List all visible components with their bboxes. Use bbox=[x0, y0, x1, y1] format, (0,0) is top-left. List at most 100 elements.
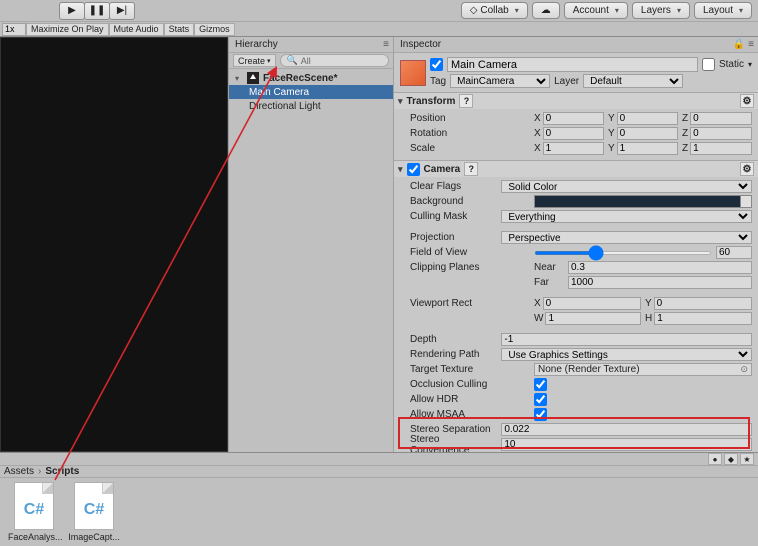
breadcrumb-current[interactable]: Scripts bbox=[45, 466, 79, 477]
stereo-conv-input[interactable] bbox=[501, 438, 752, 451]
hierarchy-scene-item[interactable]: ▾ FaceRecScene* bbox=[229, 71, 393, 85]
near-label: Near bbox=[534, 262, 564, 273]
layers-button[interactable]: Layers bbox=[632, 2, 690, 19]
hierarchy-tab[interactable]: Hierarchy ≡ bbox=[229, 37, 393, 53]
step-button[interactable]: ▶| bbox=[109, 2, 135, 20]
viewport-y-input[interactable] bbox=[654, 297, 752, 310]
assets-grid[interactable]: C# FaceAnalys... C# ImageCapt... bbox=[0, 478, 758, 546]
viewport-h-input[interactable] bbox=[654, 312, 752, 325]
inspector-tab[interactable]: Inspector 🔒 ≡ bbox=[394, 37, 758, 53]
gizmos-toggle[interactable]: Gizmos bbox=[194, 23, 235, 36]
occlusion-toggle[interactable] bbox=[534, 378, 547, 391]
target-texture-field[interactable]: None (Render Texture) ⊙ bbox=[534, 363, 752, 376]
scale-input[interactable] bbox=[2, 23, 26, 36]
chevron-down-icon[interactable]: ▾ bbox=[748, 60, 752, 69]
rendering-path-dropdown[interactable]: Use Graphics Settings bbox=[501, 348, 752, 361]
near-input[interactable] bbox=[568, 261, 752, 274]
mute-audio-toggle[interactable]: Mute Audio bbox=[109, 23, 164, 36]
background-color-field[interactable] bbox=[534, 195, 752, 208]
position-z-input[interactable] bbox=[690, 112, 752, 125]
cloud-button[interactable]: ☁ bbox=[532, 2, 560, 19]
position-x-input[interactable] bbox=[543, 112, 604, 125]
gear-icon[interactable]: ⚙ bbox=[740, 94, 754, 108]
assets-icon-3[interactable]: ★ bbox=[740, 453, 754, 465]
pause-button[interactable]: ❚❚ bbox=[84, 2, 110, 20]
gameobject-active-toggle[interactable] bbox=[430, 58, 443, 71]
clear-flags-label: Clear Flags bbox=[410, 181, 497, 192]
hierarchy-search-placeholder: All bbox=[301, 56, 311, 66]
hierarchy-create-button[interactable]: Create ▾ bbox=[233, 54, 276, 67]
depth-label: Depth bbox=[410, 334, 497, 345]
help-icon[interactable]: ? bbox=[464, 162, 478, 176]
unity-logo-icon bbox=[247, 72, 259, 84]
hierarchy-item-main-camera[interactable]: Main Camera bbox=[229, 85, 393, 99]
scale-x-input[interactable] bbox=[543, 142, 604, 155]
hierarchy-tree: ▾ FaceRecScene* Main Camera Directional … bbox=[229, 69, 393, 115]
gameview-toolbar: Maximize On Play Mute Audio Stats Gizmos bbox=[0, 22, 758, 37]
hierarchy-search-input[interactable]: 🔍 All bbox=[280, 54, 389, 67]
collab-button[interactable]: ◇ Collab bbox=[461, 2, 528, 19]
hierarchy-options-icon[interactable]: ≡ bbox=[379, 39, 393, 50]
assets-icon-2[interactable]: ◆ bbox=[724, 453, 738, 465]
account-label: Account bbox=[573, 5, 609, 16]
inspector-options-icon[interactable]: 🔒 ≡ bbox=[729, 39, 758, 50]
culling-mask-label: Culling Mask bbox=[410, 211, 497, 222]
rotation-y-input[interactable] bbox=[617, 127, 678, 140]
projection-label: Projection bbox=[410, 232, 497, 243]
depth-input[interactable] bbox=[501, 333, 752, 346]
clear-flags-dropdown[interactable]: Solid Color bbox=[501, 180, 752, 193]
object-picker-icon[interactable]: ⊙ bbox=[740, 364, 748, 375]
projection-dropdown[interactable]: Perspective bbox=[501, 231, 752, 244]
far-input[interactable] bbox=[568, 276, 752, 289]
help-icon[interactable]: ? bbox=[459, 94, 473, 108]
target-texture-value: None (Render Texture) bbox=[538, 364, 640, 375]
asset-face-analysis[interactable]: C# FaceAnalys... bbox=[8, 482, 60, 542]
script-file-icon: C# bbox=[74, 482, 114, 530]
layout-button[interactable]: Layout bbox=[694, 2, 752, 19]
layer-label: Layer bbox=[554, 76, 579, 87]
rotation-x-input[interactable] bbox=[543, 127, 604, 140]
transform-header[interactable]: ▾ Transform ? ⚙ bbox=[394, 93, 758, 109]
culling-mask-dropdown[interactable]: Everything bbox=[501, 210, 752, 223]
viewport-label: Viewport Rect bbox=[410, 298, 530, 309]
gameobject-name-input[interactable] bbox=[447, 57, 698, 72]
rotation-z-input[interactable] bbox=[690, 127, 752, 140]
account-button[interactable]: Account bbox=[564, 2, 628, 19]
scale-y-input[interactable] bbox=[617, 142, 678, 155]
viewport-x-input[interactable] bbox=[543, 297, 641, 310]
position-y-input[interactable] bbox=[617, 112, 678, 125]
hierarchy-panel: Hierarchy ≡ Create ▾ 🔍 All ▾ FaceRecScen… bbox=[228, 37, 394, 452]
fov-slider[interactable] bbox=[534, 251, 712, 255]
hdr-toggle[interactable] bbox=[534, 393, 547, 406]
assets-icon-1[interactable]: ● bbox=[708, 453, 722, 465]
background-label: Background bbox=[410, 196, 530, 207]
expand-toggle-icon[interactable]: ▾ bbox=[235, 74, 243, 83]
hierarchy-tab-label: Hierarchy bbox=[235, 39, 278, 50]
gameobject-icon[interactable] bbox=[400, 60, 426, 86]
fov-input[interactable] bbox=[716, 246, 752, 259]
camera-header[interactable]: ▾ Camera ? ⚙ bbox=[394, 161, 758, 177]
hierarchy-item-directional-light[interactable]: Directional Light bbox=[229, 99, 393, 113]
game-view[interactable] bbox=[0, 37, 228, 452]
asset-image-capture[interactable]: C# ImageCapt... bbox=[68, 482, 120, 542]
far-label: Far bbox=[534, 277, 564, 288]
inspector-panel: Inspector 🔒 ≡ Static ▾ Tag MainCamera bbox=[394, 37, 758, 452]
stats-toggle[interactable]: Stats bbox=[164, 23, 195, 36]
msaa-toggle[interactable] bbox=[534, 408, 547, 421]
static-toggle[interactable] bbox=[702, 58, 715, 71]
layer-dropdown[interactable]: Default bbox=[583, 74, 683, 88]
rendering-path-label: Rendering Path bbox=[410, 349, 497, 360]
viewport-w-input[interactable] bbox=[545, 312, 641, 325]
fold-icon[interactable]: ▾ bbox=[398, 96, 403, 107]
play-button[interactable]: ▶ bbox=[59, 2, 85, 20]
target-texture-label: Target Texture bbox=[410, 364, 530, 375]
camera-enable-toggle[interactable] bbox=[407, 163, 420, 176]
scale-z-input[interactable] bbox=[690, 142, 752, 155]
tag-dropdown[interactable]: MainCamera bbox=[450, 74, 550, 88]
maximize-on-play-toggle[interactable]: Maximize On Play bbox=[26, 23, 109, 36]
gear-icon[interactable]: ⚙ bbox=[740, 162, 754, 176]
component-transform: ▾ Transform ? ⚙ Position X Y Z bbox=[394, 92, 758, 160]
breadcrumb-root[interactable]: Assets bbox=[4, 466, 34, 477]
fold-icon[interactable]: ▾ bbox=[398, 164, 403, 175]
stereo-sep-input[interactable] bbox=[501, 423, 752, 436]
